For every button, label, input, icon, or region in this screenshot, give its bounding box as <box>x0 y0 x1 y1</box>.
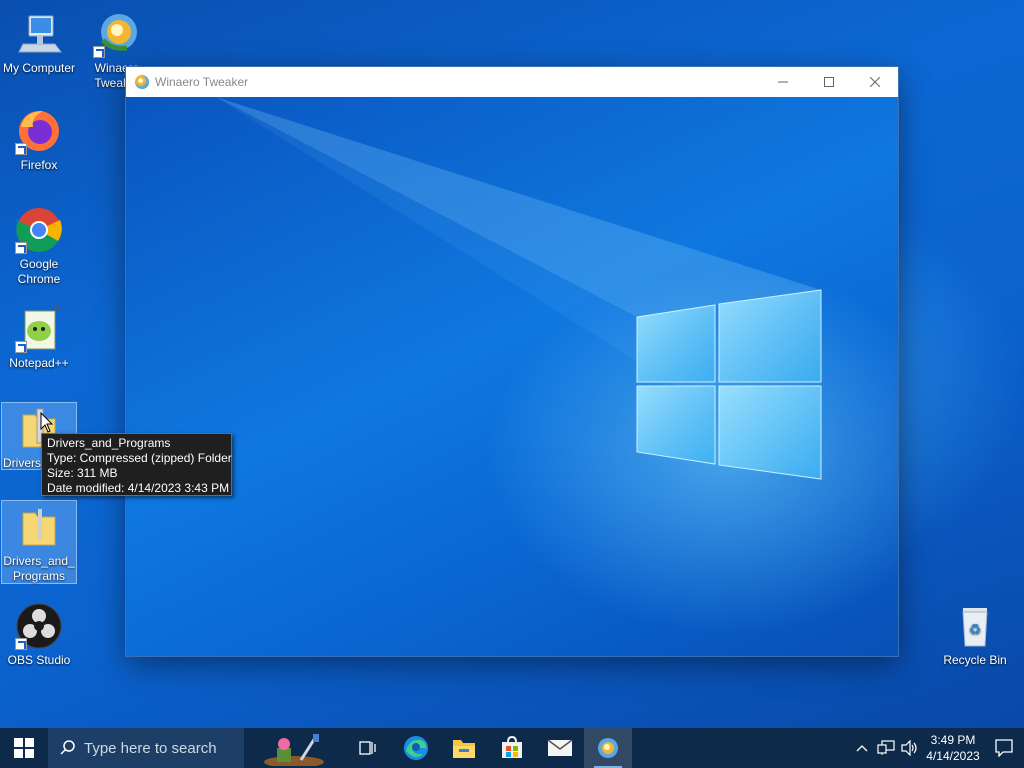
edge-icon <box>404 736 428 760</box>
desktop-icon-firefox[interactable]: Firefox <box>1 105 77 173</box>
obs-icon <box>15 602 63 650</box>
desktop-icon-label: Notepad++ <box>9 356 69 370</box>
microsoft-store-icon <box>502 736 522 758</box>
windows-logo-icon <box>14 738 34 758</box>
show-hidden-icons-button[interactable] <box>850 728 874 768</box>
system-tray: 3:49 PM 4/14/2023 <box>850 728 1024 768</box>
shortcut-arrow-icon <box>15 242 27 254</box>
network-button[interactable] <box>874 728 898 768</box>
task-view-button[interactable] <box>344 728 392 768</box>
tooltip-size: Size: 311 MB <box>47 466 118 480</box>
winaero-tweaker-icon <box>93 10 141 58</box>
desktop-icon-label: OBS Studio <box>7 653 71 667</box>
firefox-icon <box>15 107 63 155</box>
winaero-tweaker-icon <box>135 75 149 89</box>
file-tooltip: Drivers_and_Programs Type: Compressed (z… <box>41 433 232 496</box>
clock-time: 3:49 PM <box>930 733 976 747</box>
file-explorer-icon <box>453 740 475 758</box>
edge-taskbar-button[interactable] <box>392 728 440 768</box>
computer-icon <box>15 10 63 58</box>
desktop-icon-my-computer[interactable]: My Computer <box>1 8 77 76</box>
clock-date: 4/14/2023 <box>926 749 980 763</box>
tooltip-modified: Date modified: 4/14/2023 3:43 PM <box>47 481 230 495</box>
microsoft-store-taskbar-button[interactable] <box>488 728 536 768</box>
mail-icon <box>547 739 573 756</box>
winaero-tweaker-window[interactable]: Winaero Tweaker <box>126 67 898 656</box>
taskbar-search-box[interactable]: Type here to search <box>48 728 244 768</box>
svg-text:♻: ♻ <box>969 621 982 637</box>
taskbar-clock[interactable]: 3:49 PM 4/14/2023 <box>922 732 984 764</box>
desktop-icon-label: Firefox <box>20 158 58 172</box>
mail-taskbar-button[interactable] <box>536 728 584 768</box>
desktop-icon-label: My Computer <box>2 61 76 75</box>
network-icon <box>877 740 895 755</box>
desktop-icon-label: Recycle Bin <box>943 653 1007 667</box>
volume-button[interactable] <box>898 728 922 768</box>
desktop-icon-notepadpp[interactable]: Notepad++ <box>1 303 77 371</box>
start-button[interactable] <box>0 728 48 768</box>
taskbar: Type here to search 3:49 PM 4/14/2023 <box>0 728 1024 768</box>
action-center-button[interactable] <box>984 728 1024 768</box>
speaker-icon <box>901 740 917 756</box>
winaero-tweaker-icon <box>598 738 618 758</box>
search-placeholder: Type here to search <box>84 739 217 757</box>
notepadpp-icon <box>15 305 63 353</box>
desktop-icon-drivers-folder[interactable]: Drivers_and_Programs <box>1 500 77 584</box>
search-highlight-button[interactable] <box>244 728 344 768</box>
desktop-icon-obs-studio[interactable]: OBS Studio <box>1 600 77 668</box>
file-explorer-taskbar-button[interactable] <box>440 728 488 768</box>
search-icon <box>60 740 75 755</box>
desktop-icon-label: Drivers_and_Programs <box>3 554 75 583</box>
search-highlight-icon <box>264 734 324 766</box>
shortcut-arrow-icon <box>15 341 27 353</box>
mouse-cursor-icon <box>40 412 54 433</box>
minimize-button[interactable] <box>760 67 806 97</box>
window-titlebar[interactable]: Winaero Tweaker <box>126 67 898 97</box>
shortcut-arrow-icon <box>15 143 27 155</box>
tooltip-name: Drivers_and_Programs <box>47 436 171 450</box>
desktop-icon-recycle-bin[interactable]: ♻ Recycle Bin <box>937 600 1013 668</box>
maximize-button[interactable] <box>806 67 852 97</box>
shortcut-arrow-icon <box>15 638 27 650</box>
desktop-icon-label: Google Chrome <box>17 257 61 286</box>
chevron-up-icon <box>856 745 868 752</box>
folder-icon <box>15 503 63 551</box>
chrome-icon <box>15 206 63 254</box>
desktop-icon-google-chrome[interactable]: Google Chrome <box>1 204 77 287</box>
window-content <box>126 97 898 656</box>
notification-icon <box>995 739 1013 757</box>
close-button[interactable] <box>852 67 898 97</box>
recycle-bin-icon: ♻ <box>951 602 999 650</box>
tooltip-type: Type: Compressed (zipped) Folder <box>47 451 232 465</box>
window-title: Winaero Tweaker <box>155 75 249 89</box>
task-view-icon <box>359 741 376 755</box>
windows-logo-wallpaper <box>216 97 822 480</box>
winaero-tweaker-taskbar-button[interactable] <box>584 728 632 768</box>
shortcut-arrow-icon <box>93 46 105 58</box>
